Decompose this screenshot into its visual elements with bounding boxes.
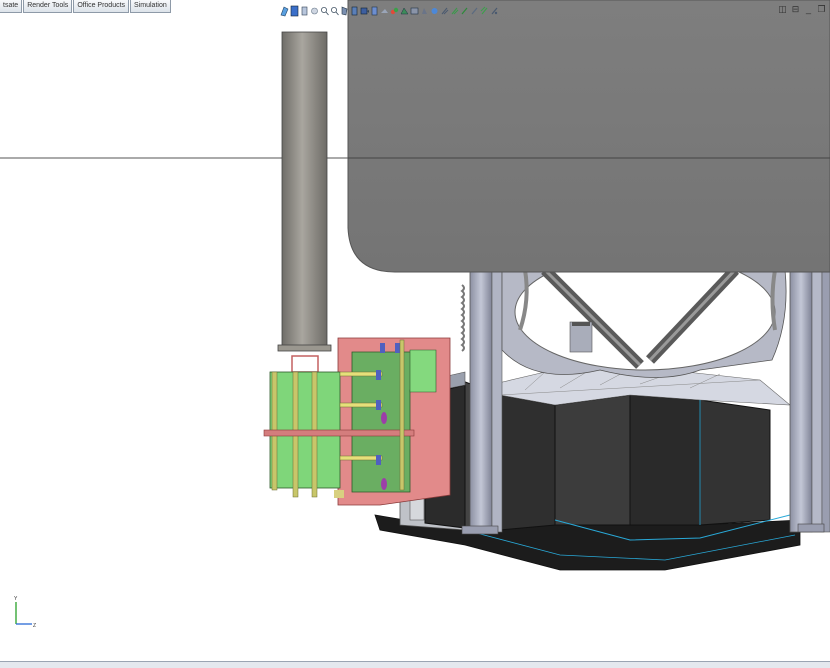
shadows-icon[interactable] (420, 4, 429, 16)
triad-z-label: Z (33, 623, 36, 629)
realview-icon[interactable] (410, 4, 419, 16)
view-settings-icon[interactable] (400, 4, 409, 16)
tank-support-ring[interactable] (501, 253, 787, 378)
tank-body[interactable] (347, 0, 830, 273)
display-style-icon[interactable] (360, 4, 369, 16)
zoom-to-fit-icon[interactable] (290, 4, 299, 17)
camera-icon[interactable] (460, 4, 469, 16)
pan-icon[interactable] (330, 4, 339, 16)
cartoon-icon[interactable] (450, 4, 459, 16)
tab-render-tools[interactable]: Render Tools (23, 0, 73, 13)
restore-button[interactable]: ❐ (817, 4, 826, 14)
zoom-to-area-icon[interactable] (300, 4, 309, 16)
hide-show-items-icon[interactable] (370, 4, 379, 16)
window-controls: ◫ ⊟ _ ❐ (778, 4, 826, 14)
exhaust-stack[interactable] (277, 31, 332, 373)
tile-window-button[interactable]: ◫ (778, 4, 787, 14)
command-manager-tabs: tsate Render Tools Office Products Simul… (0, 0, 172, 14)
apply-scene-icon[interactable] (390, 4, 399, 16)
edit-appearance-icon[interactable] (380, 4, 389, 16)
previous-view-icon[interactable] (280, 4, 289, 17)
perspective-icon[interactable] (440, 4, 449, 16)
triad-y-label: Y (14, 596, 18, 602)
ambient-occlusion-icon[interactable] (430, 4, 439, 16)
split-window-button[interactable]: ⊟ (791, 4, 800, 14)
triad-axis-indicator: Y Z (14, 596, 36, 629)
zebra-stripes-icon[interactable] (480, 4, 489, 16)
view-orientation-icon[interactable] (350, 4, 359, 16)
rotate-icon[interactable] (320, 4, 329, 16)
section-view-icon[interactable] (340, 4, 349, 16)
zoom-in-out-icon[interactable] (310, 4, 319, 16)
display-pane-icon[interactable] (490, 4, 499, 16)
minimize-button[interactable]: _ (804, 4, 813, 14)
graphics-viewport[interactable]: Y Z (0, 0, 830, 667)
support-column-right[interactable] (789, 269, 830, 533)
tab-office-products[interactable]: Office Products (73, 0, 130, 13)
heads-up-view-toolbar (280, 2, 499, 18)
tab-simulation[interactable]: Simulation (130, 0, 171, 13)
curvature-icon[interactable] (470, 4, 479, 16)
tab-evaluate[interactable]: tsate (0, 0, 23, 13)
